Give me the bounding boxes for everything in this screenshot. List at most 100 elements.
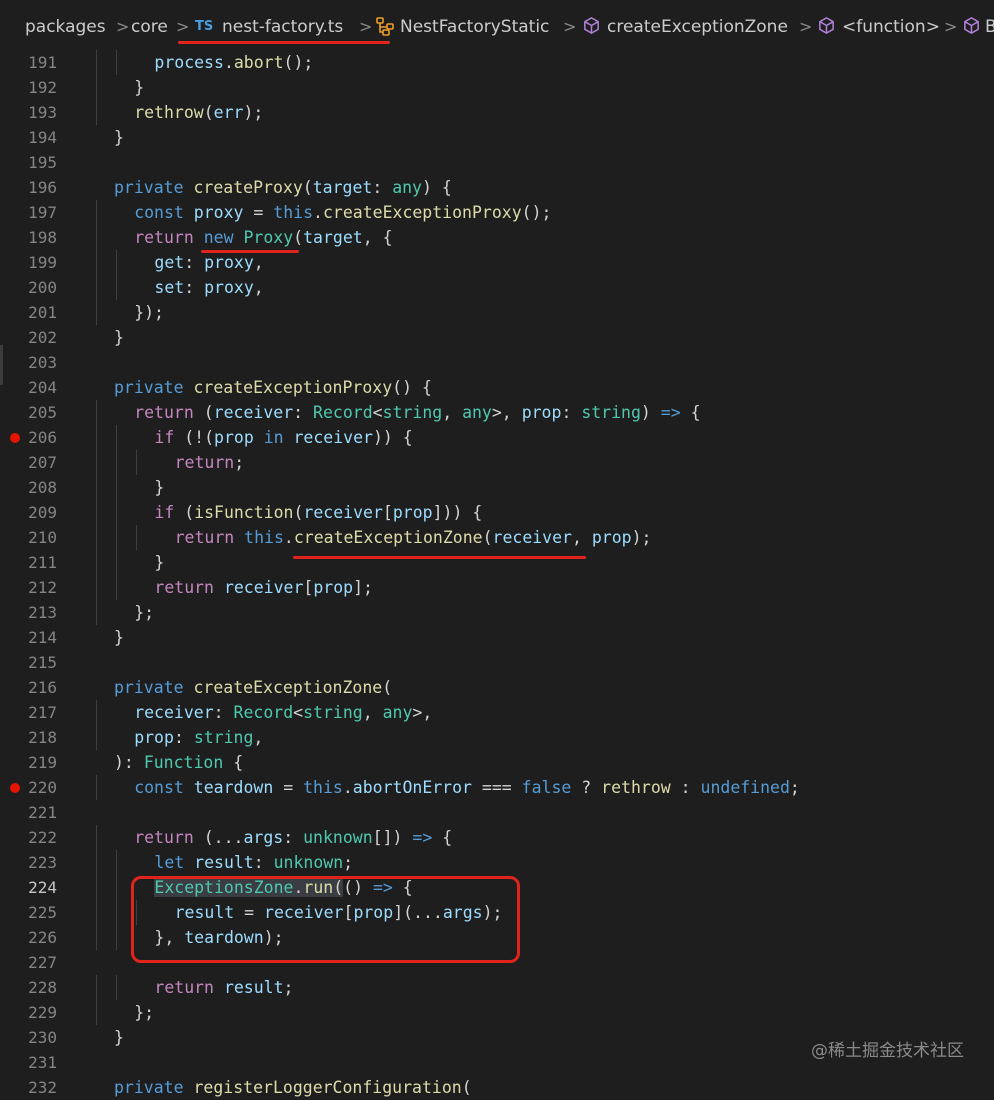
line-number[interactable]: 199 <box>0 250 57 275</box>
line-number[interactable]: 228 <box>0 975 57 1000</box>
line-number[interactable]: 194 <box>0 125 57 150</box>
code-line[interactable]: 223 let result: unknown; <box>0 850 994 875</box>
breadcrumb-item-class[interactable]: NestFactoryStatic <box>400 0 549 50</box>
code-line[interactable]: 202} <box>0 325 994 350</box>
line-number[interactable]: 226 <box>0 925 57 950</box>
code-token: ( <box>293 503 304 522</box>
code-line[interactable]: 200 set: proxy, <box>0 275 994 300</box>
line-number[interactable]: 203 <box>0 350 57 375</box>
code-line[interactable]: 195 <box>0 150 994 175</box>
line-number[interactable]: 211 <box>0 550 57 575</box>
breadcrumb-item-truncated[interactable]: B <box>985 0 994 50</box>
code-line[interactable]: 211} <box>0 550 994 575</box>
code-line[interactable]: 191 process.abort(); <box>0 50 994 75</box>
code-line[interactable]: 209 if (isFunction(receiver[prop])) { <box>0 500 994 525</box>
line-number[interactable]: 224 <box>0 875 57 900</box>
indent-guide <box>116 250 118 275</box>
breakpoint-icon[interactable] <box>10 783 20 793</box>
line-number[interactable]: 209 <box>0 500 57 525</box>
code-line[interactable]: 205 return (receiver: Record<string, any>… <box>0 400 994 425</box>
code-line[interactable]: 207 return; <box>0 450 994 475</box>
line-number[interactable]: 202 <box>0 325 57 350</box>
code-token: === <box>472 778 522 797</box>
line-number[interactable]: 216 <box>0 675 57 700</box>
code-token: args <box>243 828 284 847</box>
code-line[interactable]: 197 const proxy = this.createExceptionPro… <box>0 200 994 225</box>
code-line[interactable]: 199 get: proxy, <box>0 250 994 275</box>
code-token: >, <box>491 403 522 422</box>
line-number[interactable]: 221 <box>0 800 57 825</box>
line-number[interactable]: 200 <box>0 275 57 300</box>
line-number[interactable]: 222 <box>0 825 57 850</box>
line-number[interactable]: 212 <box>0 575 57 600</box>
code-text: let result: unknown; <box>154 850 353 875</box>
code-line[interactable]: 210 return this.createExceptionZone(recei… <box>0 525 994 550</box>
code-line[interactable]: 212 return receiver[prop]; <box>0 575 994 600</box>
line-number[interactable]: 193 <box>0 100 57 125</box>
code-line[interactable]: 228 return result; <box>0 975 994 1000</box>
code-line[interactable]: 219): Function { <box>0 750 994 775</box>
code-line[interactable]: 229}; <box>0 1000 994 1025</box>
breadcrumb-item-method[interactable]: createExceptionZone <box>607 0 788 50</box>
code-line[interactable]: 216 private createExceptionZone( <box>0 675 994 700</box>
line-number[interactable]: 214 <box>0 625 57 650</box>
line-number[interactable]: 227 <box>0 950 57 975</box>
code-line[interactable]: 206 if (!(prop in receiver)) { <box>0 425 994 450</box>
line-number[interactable]: 191 <box>0 50 57 75</box>
code-line[interactable]: 198 return new Proxy(target, { <box>0 225 994 250</box>
code-line[interactable]: 220 const teardown = this.abortOnError ==… <box>0 775 994 800</box>
code-token: if <box>154 428 185 447</box>
line-number[interactable]: 225 <box>0 900 57 925</box>
line-number[interactable]: 229 <box>0 1000 57 1025</box>
code-line[interactable]: 213}; <box>0 600 994 625</box>
code-line[interactable]: 221 <box>0 800 994 825</box>
code-token: this <box>244 528 284 547</box>
line-number[interactable]: 195 <box>0 150 57 175</box>
code-line[interactable]: 217 receiver: Record<string, any>, <box>0 700 994 725</box>
line-number[interactable]: 198 <box>0 225 57 250</box>
line-number[interactable]: 197 <box>0 200 57 225</box>
breadcrumb-item-function[interactable]: <function> <box>842 0 940 50</box>
line-number[interactable]: 207 <box>0 450 57 475</box>
code-token: if <box>154 503 185 522</box>
line-number[interactable]: 213 <box>0 600 57 625</box>
line-number[interactable]: 206 <box>0 425 57 450</box>
line-number[interactable]: 215 <box>0 650 57 675</box>
code-line[interactable]: 215 <box>0 650 994 675</box>
line-number[interactable]: 201 <box>0 300 57 325</box>
line-number[interactable]: 217 <box>0 700 57 725</box>
code-line[interactable]: 208} <box>0 475 994 500</box>
breadcrumb-item-packages[interactable]: packages <box>25 0 106 50</box>
line-number[interactable]: 208 <box>0 475 57 500</box>
code-line[interactable]: 204 private createExceptionProxy() { <box>0 375 994 400</box>
line-number[interactable]: 210 <box>0 525 57 550</box>
line-number[interactable]: 230 <box>0 1025 57 1050</box>
code-token: ( <box>203 103 214 122</box>
code-line[interactable]: 203 <box>0 350 994 375</box>
code-token: abort <box>233 53 284 72</box>
line-number[interactable]: 205 <box>0 400 57 425</box>
line-number[interactable]: 219 <box>0 750 57 775</box>
line-number[interactable]: 192 <box>0 75 57 100</box>
line-number[interactable]: 204 <box>0 375 57 400</box>
code-text: } <box>114 1025 124 1050</box>
code-line[interactable]: 192} <box>0 75 994 100</box>
code-line[interactable]: 196 private createProxy(target: any) { <box>0 175 994 200</box>
code-token: : <box>173 728 194 747</box>
line-number[interactable]: 218 <box>0 725 57 750</box>
code-line[interactable]: 193 rethrow(err); <box>0 100 994 125</box>
code-text: return (...args: unknown[]) => { <box>134 825 452 850</box>
line-number[interactable]: 220 <box>0 775 57 800</box>
code-line[interactable]: 218 prop: string, <box>0 725 994 750</box>
code-line[interactable]: 201}); <box>0 300 994 325</box>
line-number[interactable]: 196 <box>0 175 57 200</box>
code-line[interactable]: 222 return (...args: unknown[]) => { <box>0 825 994 850</box>
breadcrumb-item-core[interactable]: core <box>131 0 168 50</box>
code-line[interactable]: 214} <box>0 625 994 650</box>
code-line[interactable]: 194} <box>0 125 994 150</box>
code-text: return; <box>175 450 245 475</box>
code-token: < <box>293 703 304 722</box>
line-number[interactable]: 231 <box>0 1050 57 1075</box>
line-number[interactable]: 223 <box>0 850 57 875</box>
breakpoint-icon[interactable] <box>10 433 20 443</box>
